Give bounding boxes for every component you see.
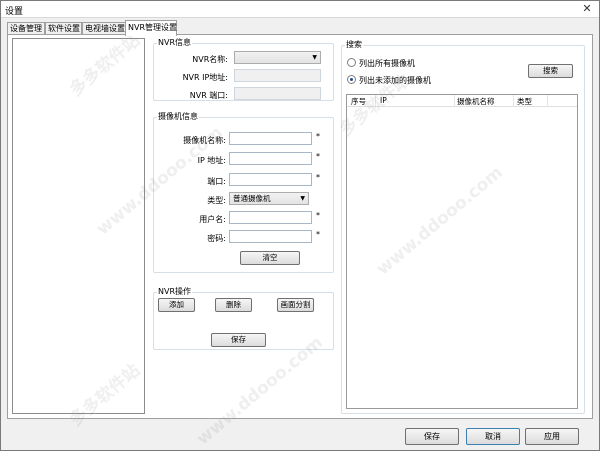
settings-window: 设置 ✕ 设备管理 软件设置 电视墙设置 NVR管理设置 NVR信息 NVR名称… [0, 0, 600, 451]
camera-type-value: 普通摄像机 [233, 194, 271, 203]
column-header-index[interactable]: 序号 [351, 96, 366, 107]
table-header: 序号 IP 摄像机名称 类型 [347, 95, 577, 107]
nvr-name-label: NVR名称: [192, 55, 228, 64]
chevron-down-icon: ▼ [300, 195, 305, 202]
column-header-ip[interactable]: IP [380, 96, 387, 105]
column-header-type[interactable]: 类型 [517, 96, 532, 107]
camera-name-label: 摄像机名称: [183, 136, 226, 145]
column-header-camera-name[interactable]: 摄像机名称 [457, 96, 495, 107]
required-mark: * [316, 230, 320, 239]
search-title: 搜索 [345, 40, 363, 49]
title-bar: 设置 ✕ [1, 1, 599, 18]
camera-type-label: 类型: [207, 196, 226, 205]
nvr-name-select[interactable]: ▼ [234, 51, 321, 64]
column-divider [375, 95, 376, 107]
radio-list-all-label: 列出所有摄像机 [359, 59, 415, 68]
radio-list-unadded-label: 列出未添加的摄像机 [359, 76, 431, 85]
username-field[interactable] [229, 211, 312, 224]
camera-name-field[interactable] [229, 132, 312, 145]
required-mark: * [316, 173, 320, 182]
column-divider [513, 95, 514, 107]
split-screen-button[interactable]: 画面分割 [277, 298, 314, 312]
camera-port-label: 端口: [207, 177, 226, 186]
chevron-down-icon: ▼ [312, 54, 317, 61]
nvr-ip-label: NVR IP地址: [182, 73, 228, 82]
required-mark: * [316, 152, 320, 161]
window-title: 设置 [5, 7, 24, 17]
camera-search-table[interactable]: 序号 IP 摄像机名称 类型 [346, 94, 578, 409]
clear-button[interactable]: 清空 [240, 251, 300, 265]
column-divider [454, 95, 455, 107]
required-mark: * [316, 132, 320, 141]
nvr-port-label: NVR 端口: [189, 91, 228, 100]
username-label: 用户名: [199, 215, 226, 224]
column-divider [547, 95, 548, 107]
camera-ip-label: IP 地址: [197, 156, 226, 165]
password-label: 密码: [207, 234, 226, 243]
tab-nvr-management[interactable]: NVR管理设置 [125, 20, 177, 36]
nvr-ip-field [234, 69, 321, 82]
save-button[interactable]: 保存 [405, 428, 459, 445]
nvr-tree-list[interactable] [12, 38, 145, 414]
radio-list-all[interactable]: 列出所有摄像机 [347, 58, 415, 69]
radio-checked-icon [347, 75, 356, 84]
radio-icon [347, 58, 356, 67]
nvr-save-button[interactable]: 保存 [211, 333, 266, 347]
camera-type-select[interactable]: 普通摄像机 ▼ [229, 192, 309, 205]
required-mark: * [316, 211, 320, 220]
apply-button[interactable]: 应用 [525, 428, 579, 445]
close-icon[interactable]: ✕ [579, 2, 595, 16]
nvr-ops-title: NVR操作 [157, 287, 193, 296]
nvr-info-title: NVR信息 [157, 38, 193, 47]
nvr-port-field [234, 87, 321, 100]
camera-port-field[interactable] [229, 173, 312, 186]
camera-ip-field[interactable] [229, 152, 312, 165]
cancel-button[interactable]: 取消 [466, 428, 520, 445]
camera-info-title: 摄像机信息 [157, 112, 199, 121]
delete-button[interactable]: 删除 [215, 298, 252, 312]
search-button[interactable]: 搜索 [528, 64, 573, 78]
radio-list-unadded[interactable]: 列出未添加的摄像机 [347, 75, 431, 86]
password-field[interactable] [229, 230, 312, 243]
add-button[interactable]: 添加 [158, 298, 195, 312]
